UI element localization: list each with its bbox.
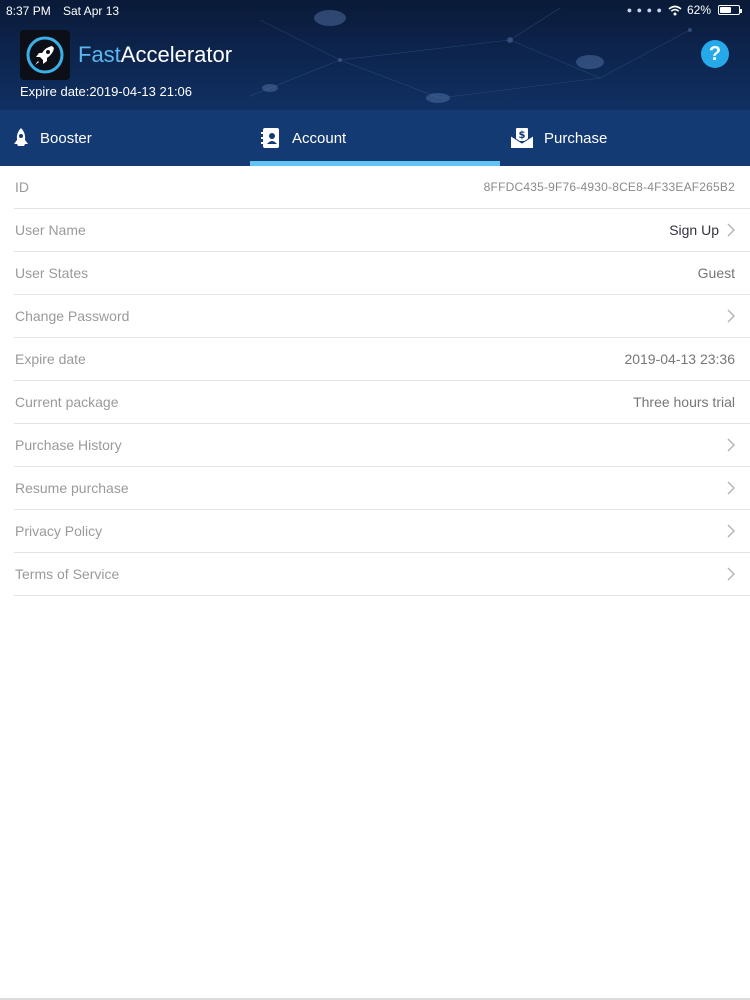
current-package-value: Three hours trial [633,394,735,410]
tab-account-label: Account [292,129,347,147]
tab-booster-label: Booster [40,129,92,147]
row-action [719,309,735,323]
row-id: ID 8FFDC435-9F76-4930-8CE8-4F33EAF265B2 [14,166,750,209]
row-expire-date: Expire date 2019-04-13 23:36 [14,338,750,381]
header-expire-date: Expire date:2019-04-13 21:06 [20,84,193,99]
row-label: User States [15,265,89,281]
status-date: Sat Apr 13 [63,4,120,18]
row-label: ID [15,179,29,195]
chevron-right-icon [727,481,735,495]
svg-text:$: $ [519,130,526,141]
chevron-right-icon [727,223,735,237]
chevron-right-icon [727,309,735,323]
row-label: Purchase History [15,437,122,453]
row-current-package: Current package Three hours trial [14,381,750,424]
tab-purchase[interactable]: $ Purchase [500,110,750,166]
chevron-right-icon [727,567,735,581]
row-resume-purchase[interactable]: Resume purchase [14,467,750,510]
app-title: FastAccelerator [78,42,232,68]
cellular-signal-icon: ● ● ● ● [626,5,663,15]
row-label: Expire date [15,351,86,367]
help-button[interactable]: ? [701,40,729,68]
account-settings-list: ID 8FFDC435-9F76-4930-8CE8-4F33EAF265B2 … [0,166,750,596]
rocket-icon [10,127,32,149]
battery-icon [718,5,742,15]
row-label: Change Password [15,308,130,324]
row-purchase-history[interactable]: Purchase History [14,424,750,467]
sign-up-label: Sign Up [669,222,719,238]
row-label: User Name [15,222,86,238]
row-user-states: User States Guest [14,252,750,295]
row-label: Privacy Policy [15,523,103,539]
row-action [719,481,735,495]
expire-date-value: 2019-04-13 23:36 [624,351,735,367]
row-action [719,524,735,538]
chevron-right-icon [727,524,735,538]
contact-book-icon [260,127,282,149]
tab-account[interactable]: Account [250,110,500,166]
chevron-right-icon [727,438,735,452]
row-privacy-policy[interactable]: Privacy Policy [14,510,750,553]
dollar-envelope-icon: $ [510,127,534,149]
wifi-icon [668,5,682,15]
app-header: 8:37 PM Sat Apr 13 ● ● ● ● 62% FastAccel… [0,0,750,166]
status-indicators: ● ● ● ● 62% [626,3,742,17]
status-time: 8:37 PM [6,4,51,18]
row-change-password[interactable]: Change Password [14,295,750,338]
app-title-fast: Fast [78,42,121,67]
row-label: Current package [15,394,119,410]
device-id-value: 8FFDC435-9F76-4930-8CE8-4F33EAF265B2 [483,180,735,194]
app-logo [20,30,70,80]
app-title-accelerator: Accelerator [120,42,233,67]
question-mark-icon: ? [708,42,722,65]
tab-bar: Booster Account $ Purchase [0,110,750,166]
sign-up-link[interactable]: Sign Up [669,222,735,238]
row-label: Terms of Service [15,566,120,582]
row-label: Resume purchase [15,480,129,496]
user-state-value: Guest [697,265,735,281]
row-user-name[interactable]: User Name Sign Up [14,209,750,252]
status-bar: 8:37 PM Sat Apr 13 ● ● ● ● 62% [0,0,750,22]
tab-booster[interactable]: Booster [0,110,250,166]
tab-purchase-label: Purchase [544,129,608,147]
rocket-icon [26,36,64,74]
row-action [719,438,735,452]
row-terms-of-service[interactable]: Terms of Service [14,553,750,596]
row-action [719,567,735,581]
battery-percent: 62% [686,3,711,17]
